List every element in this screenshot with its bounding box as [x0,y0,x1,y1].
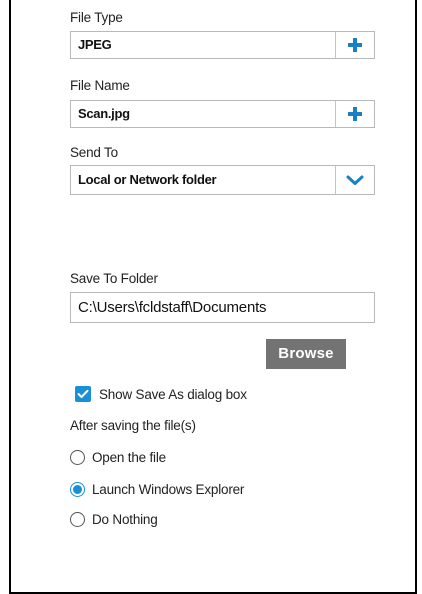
file-type-label: File Type [70,10,123,25]
send-to-dropdown[interactable]: Local or Network folder [70,165,375,195]
plus-icon [348,38,362,52]
send-to-dropdown-button[interactable] [335,166,374,194]
file-name-add-button[interactable] [335,101,374,127]
file-name-field[interactable]: Scan.jpg [70,100,375,128]
checkbox-checked-icon [75,386,91,402]
file-name-label: File Name [70,78,130,93]
send-to-label: Send To [70,145,118,160]
radio-launch-windows-explorer[interactable]: Launch Windows Explorer [70,482,244,497]
file-name-value: Scan.jpg [78,106,130,121]
after-saving-heading: After saving the file(s) [70,418,196,433]
radio-open-the-file-label: Open the file [92,450,166,465]
radio-unselected-icon [70,512,85,527]
radio-do-nothing-label: Do Nothing [92,512,158,527]
radio-open-the-file[interactable]: Open the file [70,450,166,465]
radio-unselected-icon [70,450,85,465]
file-type-add-button[interactable] [335,32,374,58]
send-to-value: Local or Network folder [78,172,217,187]
radio-launch-windows-explorer-label: Launch Windows Explorer [92,482,245,497]
chevron-down-icon [346,175,364,185]
radio-do-nothing[interactable]: Do Nothing [70,512,158,527]
file-type-value: JPEG [78,37,112,52]
browse-button[interactable]: Browse [266,339,346,369]
save-to-folder-label: Save To Folder [70,271,158,286]
show-save-as-checkbox[interactable]: Show Save As dialog box [75,386,247,402]
save-to-folder-input[interactable] [70,292,375,323]
radio-selected-icon [70,482,85,497]
plus-icon [348,107,362,121]
show-save-as-label: Show Save As dialog box [99,386,247,402]
file-type-field[interactable]: JPEG [70,31,375,59]
